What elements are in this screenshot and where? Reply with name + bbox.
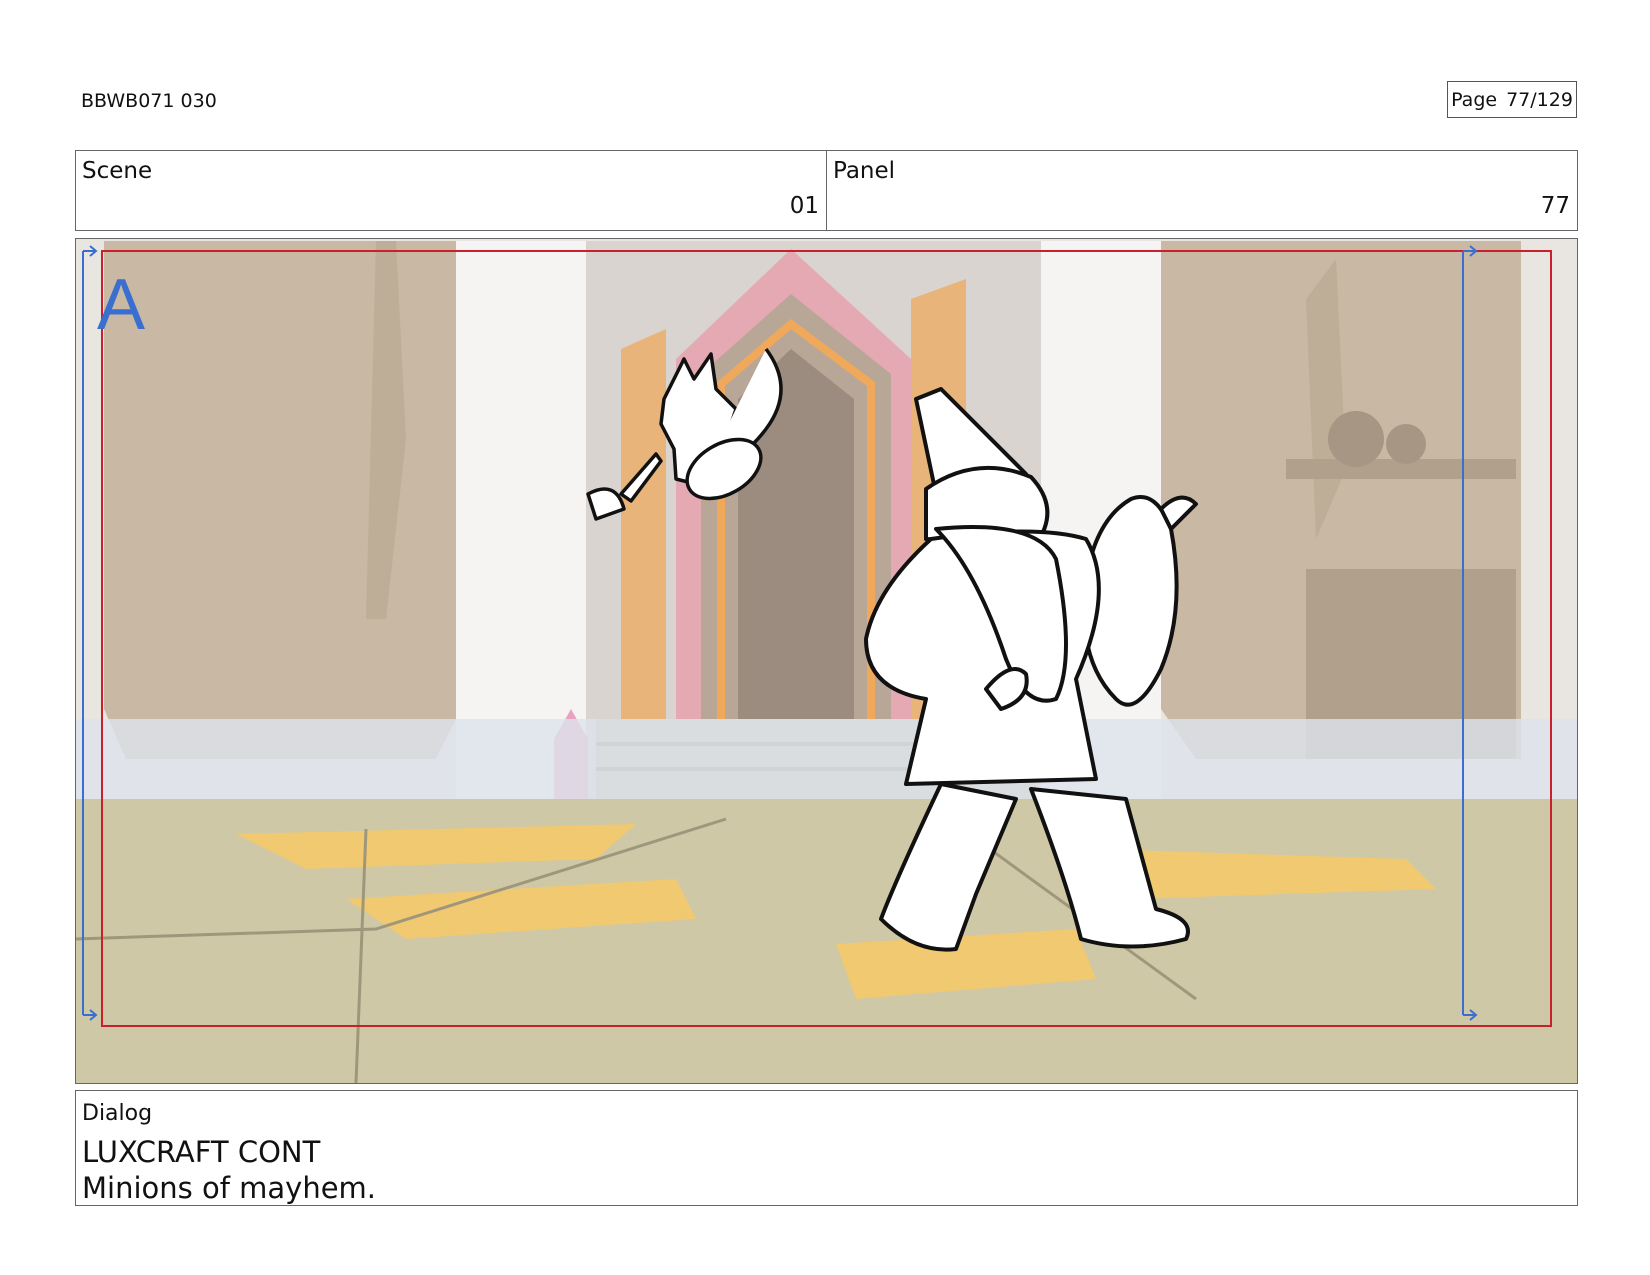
storyboard-drawing <box>76 239 1577 1083</box>
scene-cell: Scene 01 <box>76 151 826 230</box>
page-counter: Page 77/129 <box>1447 81 1577 118</box>
document-id: BBWB071 030 <box>81 90 217 112</box>
page-value: 77/129 <box>1506 88 1573 111</box>
panel-value: 77 <box>1540 193 1570 219</box>
scene-panel-info: Scene 01 Panel 77 <box>75 150 1578 231</box>
dialog-speaker: LUXCRAFT CONT <box>82 1135 321 1169</box>
scene-label: Scene <box>82 158 153 184</box>
dialog-box: Dialog LUXCRAFT CONT Minions of mayhem. <box>75 1090 1578 1206</box>
storyboard-panel: A <box>75 238 1578 1084</box>
dialog-label: Dialog <box>82 1101 153 1126</box>
panel-cell: Panel 77 <box>826 151 1577 230</box>
panel-label: Panel <box>833 158 896 184</box>
page-label: Page <box>1451 88 1498 111</box>
scene-value: 01 <box>789 193 819 219</box>
dialog-line: Minions of mayhem. <box>82 1171 377 1205</box>
panel-letter: A <box>97 265 146 345</box>
